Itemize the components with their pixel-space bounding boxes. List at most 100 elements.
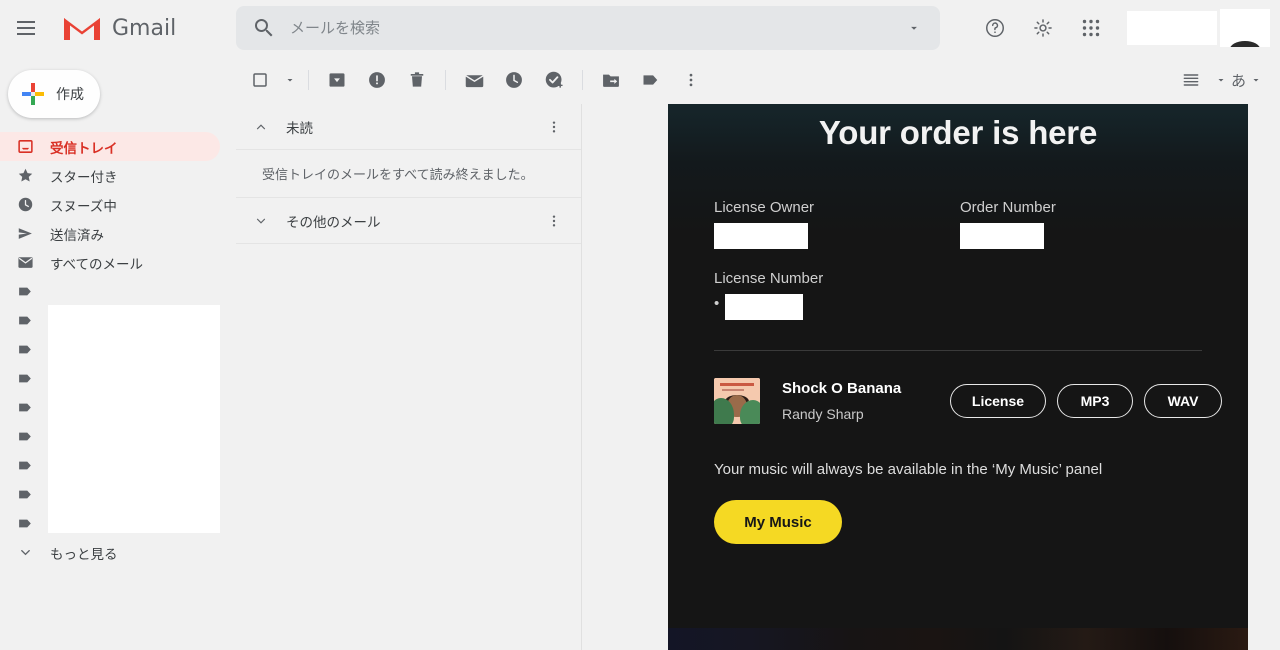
apps-grid-icon[interactable] [1071,8,1111,48]
hamburger-menu-icon[interactable] [2,4,50,52]
gmail-logo[interactable]: Gmail [62,13,176,43]
sidebar-show-more[interactable]: もっと見る [0,538,220,567]
sidebar-nav: 受信トレイ スター付き スヌーズ中 送信済み すべてのメール もっと見る [0,132,236,567]
label-icon [14,368,36,390]
order-details: License Owner Order Number License Numbe… [668,152,1248,320]
license-number-field: License Number • [714,270,960,320]
license-owner-label: License Owner [714,199,815,216]
mark-as-unread-icon[interactable] [454,60,494,100]
select-all-control[interactable] [240,60,300,100]
album-artwork [714,378,760,424]
search-bar[interactable] [236,6,940,50]
toolbar-right-actions: あ [1171,60,1280,100]
label-icon [14,339,36,361]
sidebar-item-sent[interactable]: 送信済み [0,219,220,248]
snooze-clock-icon[interactable] [494,60,534,100]
compose-label: 作成 [56,87,84,103]
mp3-download-button[interactable]: MP3 [1057,384,1133,418]
email-body: Your order is here License Owner Order N… [668,104,1248,650]
trash-icon[interactable] [397,60,437,100]
sidebar-item-label: スヌーズ中 [50,198,117,215]
select-all-chevron-down-icon[interactable] [280,60,300,100]
help-circle-icon[interactable] [975,8,1015,48]
section-header-unread[interactable]: 未読 [236,104,581,150]
my-music-button[interactable]: My Music [714,500,842,544]
chevron-down-icon[interactable] [250,210,272,232]
sidebar-item-label-1[interactable] [0,277,220,306]
account-name-redacted [1127,11,1217,45]
app-header: Gmail [0,0,1280,56]
sidebar-item-snoozed[interactable]: スヌーズ中 [0,190,220,219]
sidebar-show-more-label: もっと見る [50,546,118,563]
move-to-folder-icon[interactable] [591,60,631,100]
search-input[interactable] [290,19,896,37]
mail-icon [14,252,36,274]
star-icon [14,165,36,187]
sidebar-item-starred[interactable]: スター付き [0,161,220,190]
sidebar-item-label: 受信トレイ [50,140,118,157]
email-footnote: Your music will always be available in t… [714,461,1103,478]
wav-download-button[interactable]: WAV [1144,384,1222,418]
track-row: Shock O Banana Randy Sharp License MP3 W… [714,378,1248,424]
order-number-field: Order Number [960,199,1206,249]
license-owner-value-redacted [714,223,808,249]
gmail-logo-icon [62,13,102,43]
section-header-everything-else[interactable]: その他のメール [236,198,581,244]
license-button[interactable]: License [950,384,1046,418]
search-icon [252,16,276,40]
account-area[interactable] [1123,5,1274,51]
label-icon [14,397,36,419]
plus-icon [20,81,46,107]
section-more-vertical-icon[interactable] [541,208,567,234]
order-number-label: Order Number [960,199,1056,216]
add-to-tasks-icon[interactable] [534,60,574,100]
email-footer-image [668,628,1248,650]
archive-icon[interactable] [317,60,357,100]
label-names-redacted [48,305,220,533]
ime-chevron-down-icon[interactable] [1246,60,1266,100]
report-spam-icon[interactable] [357,60,397,100]
toolbar-divider-1 [308,70,309,90]
checkbox-icon[interactable] [240,60,280,100]
density-chevron-down-icon[interactable] [1211,60,1231,100]
track-title: Shock O Banana [782,380,902,397]
search-options-chevron-down-icon[interactable] [896,6,932,50]
input-method-switcher[interactable]: あ [1231,60,1266,100]
label-icon [14,426,36,448]
section-divider [714,350,1202,351]
order-details-row-1: License Owner Order Number [714,199,1248,249]
label-icon[interactable] [631,60,671,100]
license-number-prefix: • [714,295,720,312]
section-title: その他のメール [286,214,381,231]
avatar-redacted[interactable] [1220,9,1270,47]
list-density-icon[interactable] [1171,60,1211,100]
gmail-app-window: Gmail メールを検索 作成 受信トレイ スター付き スヌーズ中 送信済み す… [0,0,1280,650]
sidebar: 作成 受信トレイ スター付き スヌーズ中 送信済み すべてのメール もっと見る [0,56,236,650]
empty-inbox-message: 受信トレイのメールをすべて読み終えました。 [236,150,581,198]
label-icon [14,455,36,477]
section-more-vertical-icon[interactable] [541,114,567,140]
toolbar-divider-3 [582,70,583,90]
track-download-buttons: License MP3 WAV [950,384,1222,418]
sidebar-item-label: すべてのメール [50,256,144,273]
sidebar-item-all-mail[interactable]: すべてのメール [0,248,220,277]
email-heading: Your order is here [818,114,1098,151]
sidebar-item-inbox[interactable]: 受信トレイ [0,132,220,161]
label-icon [14,281,36,303]
label-icon [14,513,36,535]
label-icon [14,310,36,332]
compose-button[interactable]: 作成 [8,70,100,118]
gear-icon[interactable] [1023,8,1063,48]
track-artist: Randy Sharp [782,406,864,422]
sidebar-item-label: 送信済み [50,227,104,244]
ime-label: あ [1230,71,1246,90]
track-meta: Shock O Banana Randy Sharp [782,380,950,422]
brand-name: Gmail [112,15,177,41]
chevron-down-icon [14,542,36,564]
header-actions [971,0,1280,56]
chevron-up-icon[interactable] [250,116,272,138]
license-number-label: License Number [714,270,824,287]
order-details-row-2: License Number • [714,270,1248,320]
more-vertical-icon[interactable] [671,60,711,100]
sidebar-item-label: スター付き [50,169,118,186]
